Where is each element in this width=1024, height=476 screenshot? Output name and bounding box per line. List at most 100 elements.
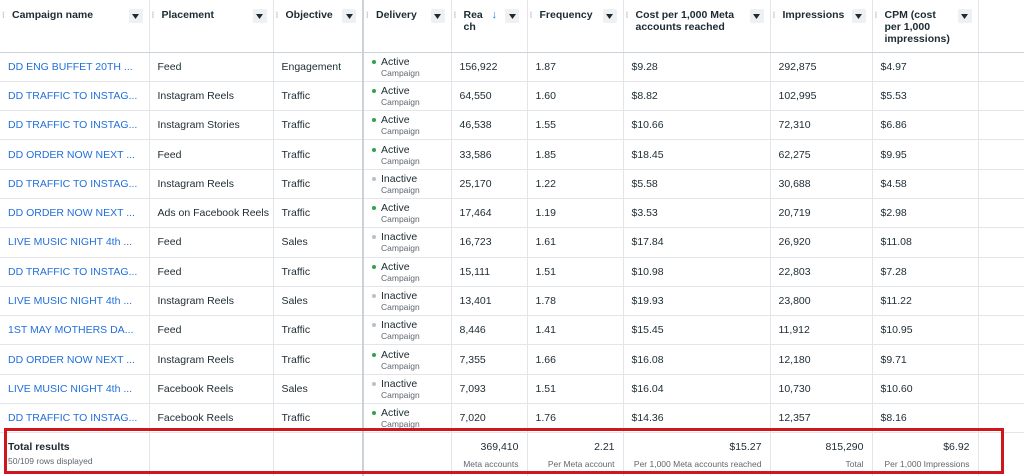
- drag-handle-icon[interactable]: ⁝: [366, 9, 369, 21]
- table-header: ⁝ Campaign name ⁝ Placement ⁝ Objective …: [0, 0, 1024, 53]
- col-header-frequency[interactable]: ⁝ Frequency: [527, 0, 624, 53]
- reach-cell: 156,922: [451, 52, 528, 82]
- drag-handle-icon[interactable]: ⁝: [152, 9, 155, 21]
- delivery-level: Campaign: [381, 184, 420, 195]
- drag-handle-icon[interactable]: ⁝: [773, 9, 776, 21]
- spacer-cell: [978, 198, 1024, 229]
- chevron-down-icon[interactable]: [957, 9, 972, 23]
- drag-handle-icon[interactable]: ⁝: [276, 9, 279, 21]
- campaign-name-link[interactable]: DD ORDER NOW NEXT ...: [0, 139, 150, 170]
- drag-handle-icon[interactable]: ⁝: [454, 9, 457, 21]
- table-row[interactable]: 1ST MAY MOTHERS DA... Feed Traffic Inactive…: [0, 315, 1024, 346]
- spacer-cell: [978, 344, 1024, 375]
- table-row[interactable]: DD TRAFFIC TO INSTAG... Instagram Reels Tr…: [0, 81, 1024, 112]
- status-dot-icon: [372, 88, 376, 93]
- chevron-down-icon[interactable]: [430, 9, 445, 23]
- spacer-cell: [978, 139, 1024, 170]
- frequency-cell: 1.61: [527, 227, 624, 258]
- table-row[interactable]: LIVE MUSIC NIGHT 4th ... Instagram Reels S…: [0, 286, 1024, 317]
- col-header-impressions[interactable]: ⁝ Impressions: [770, 0, 873, 53]
- table-row[interactable]: LIVE MUSIC NIGHT 4th ... Feed Sales Inactiv…: [0, 227, 1024, 258]
- impressions-cell: 62,275: [770, 139, 873, 170]
- cpm-cell: $8.16: [872, 403, 979, 434]
- cpm-cell: $5.53: [872, 81, 979, 112]
- campaign-name-link[interactable]: DD TRAFFIC TO INSTAG...: [0, 257, 150, 287]
- col-header-campaign-name[interactable]: ⁝ Campaign name: [0, 0, 150, 53]
- chevron-down-icon[interactable]: [505, 9, 519, 23]
- chevron-down-icon[interactable]: [602, 9, 617, 23]
- col-header-objective[interactable]: ⁝ Objective: [273, 0, 364, 53]
- cpm-cell: $2.98: [872, 198, 979, 229]
- campaign-name-link[interactable]: 1ST MAY MOTHERS DA...: [0, 315, 150, 346]
- campaign-name-link[interactable]: LIVE MUSIC NIGHT 4th ...: [0, 227, 150, 258]
- frequency-cell: 1.85: [527, 139, 624, 170]
- drag-handle-icon[interactable]: ⁝: [530, 9, 533, 21]
- col-header-delivery[interactable]: ⁝ Delivery: [363, 0, 452, 53]
- table-row[interactable]: LIVE MUSIC NIGHT 4th ... Facebook Reels Sa…: [0, 374, 1024, 405]
- delivery-level: Campaign: [381, 243, 420, 254]
- cpm-cell: $4.58: [872, 169, 979, 199]
- delivery-cell: Active Campaign: [363, 198, 452, 229]
- reach-cell: 25,170: [451, 169, 528, 199]
- delivery-status: Active: [381, 348, 410, 361]
- delivery-level: Campaign: [381, 96, 420, 107]
- table-row[interactable]: DD ENG BUFFET 20TH ... Feed Engagement Acti…: [0, 52, 1024, 82]
- table-row[interactable]: DD ORDER NOW NEXT ... Instagram Reels Traf…: [0, 344, 1024, 375]
- cost-reached-cell: $14.36: [623, 403, 771, 434]
- impressions-cell: 11,912: [770, 315, 873, 346]
- frequency-cell: 1.76: [527, 403, 624, 434]
- drag-handle-icon[interactable]: ⁝: [2, 9, 5, 21]
- campaign-name-link[interactable]: DD TRAFFIC TO INSTAG...: [0, 403, 150, 434]
- status-dot-icon: [372, 294, 376, 299]
- chevron-down-icon[interactable]: [252, 9, 267, 23]
- objective-cell: Sales: [273, 374, 364, 405]
- impressions-cell: 102,995: [770, 81, 873, 112]
- reach-cell: 7,020: [451, 403, 528, 434]
- col-header-cost-per-1000-reached[interactable]: ⁝ Cost per 1,000 Meta accounts reached: [623, 0, 771, 53]
- campaign-name-link[interactable]: DD ORDER NOW NEXT ...: [0, 198, 150, 229]
- cost-reached-cell: $18.45: [623, 139, 771, 170]
- campaign-name-link[interactable]: DD TRAFFIC TO INSTAG...: [0, 110, 150, 141]
- totals-frequency-sub: Per Meta account: [547, 459, 615, 470]
- totals-impressions-sub: Total: [845, 459, 864, 470]
- placement-cell: Feed: [149, 257, 274, 287]
- table-row[interactable]: DD ORDER NOW NEXT ... Ads on Facebook Ree…: [0, 198, 1024, 229]
- totals-reach-sub: Meta accounts: [463, 459, 519, 470]
- cost-reached-cell: $10.98: [623, 257, 771, 287]
- cost-reached-cell: $9.28: [623, 52, 771, 82]
- table-row[interactable]: DD ORDER NOW NEXT ... Feed Traffic Active Ca…: [0, 139, 1024, 170]
- spacer-cell: [978, 169, 1024, 199]
- arrow-down-icon[interactable]: ↓: [492, 9, 498, 21]
- col-header-cpm[interactable]: ⁝ CPM (cost per 1,000 impressions): [872, 0, 979, 53]
- totals-cost-reached-sub: Per 1,000 Meta accounts reached: [633, 459, 762, 470]
- placement-cell: Feed: [149, 227, 274, 258]
- drag-handle-icon[interactable]: ⁝: [626, 9, 629, 21]
- table-row[interactable]: DD TRAFFIC TO INSTAG... Instagram Stories…: [0, 110, 1024, 141]
- table-row[interactable]: DD TRAFFIC TO INSTAG... Facebook Reels Tra…: [0, 403, 1024, 434]
- frequency-cell: 1.66: [527, 344, 624, 375]
- campaign-name-link[interactable]: DD TRAFFIC TO INSTAG...: [0, 81, 150, 112]
- objective-cell: Traffic: [273, 403, 364, 434]
- col-header-placement[interactable]: ⁝ Placement: [149, 0, 274, 53]
- table-row[interactable]: DD TRAFFIC TO INSTAG... Feed Traffic Active…: [0, 257, 1024, 287]
- spacer-cell: [978, 110, 1024, 141]
- col-label: Placement: [161, 9, 215, 21]
- chevron-down-icon[interactable]: [342, 9, 356, 23]
- campaign-name-link[interactable]: LIVE MUSIC NIGHT 4th ...: [0, 374, 150, 405]
- campaign-name-link[interactable]: DD ENG BUFFET 20TH ...: [0, 52, 150, 82]
- col-label: Frequency: [539, 9, 593, 21]
- table-row[interactable]: DD TRAFFIC TO INSTAG... Instagram Reels Tr…: [0, 169, 1024, 199]
- campaign-name-link[interactable]: LIVE MUSIC NIGHT 4th ...: [0, 286, 150, 317]
- frequency-cell: 1.19: [527, 198, 624, 229]
- drag-handle-icon[interactable]: ⁝: [875, 9, 878, 21]
- chevron-down-icon[interactable]: [851, 9, 866, 23]
- placement-cell: Instagram Reels: [149, 286, 274, 317]
- delivery-status: Active: [381, 260, 410, 273]
- impressions-cell: 12,357: [770, 403, 873, 434]
- col-header-reach[interactable]: ⁝ Rea ch ↓: [451, 0, 528, 53]
- chevron-down-icon[interactable]: [128, 9, 143, 23]
- campaign-name-link[interactable]: DD TRAFFIC TO INSTAG...: [0, 169, 150, 199]
- campaign-name-link[interactable]: DD ORDER NOW NEXT ...: [0, 344, 150, 375]
- impressions-cell: 12,180: [770, 344, 873, 375]
- chevron-down-icon[interactable]: [749, 9, 764, 23]
